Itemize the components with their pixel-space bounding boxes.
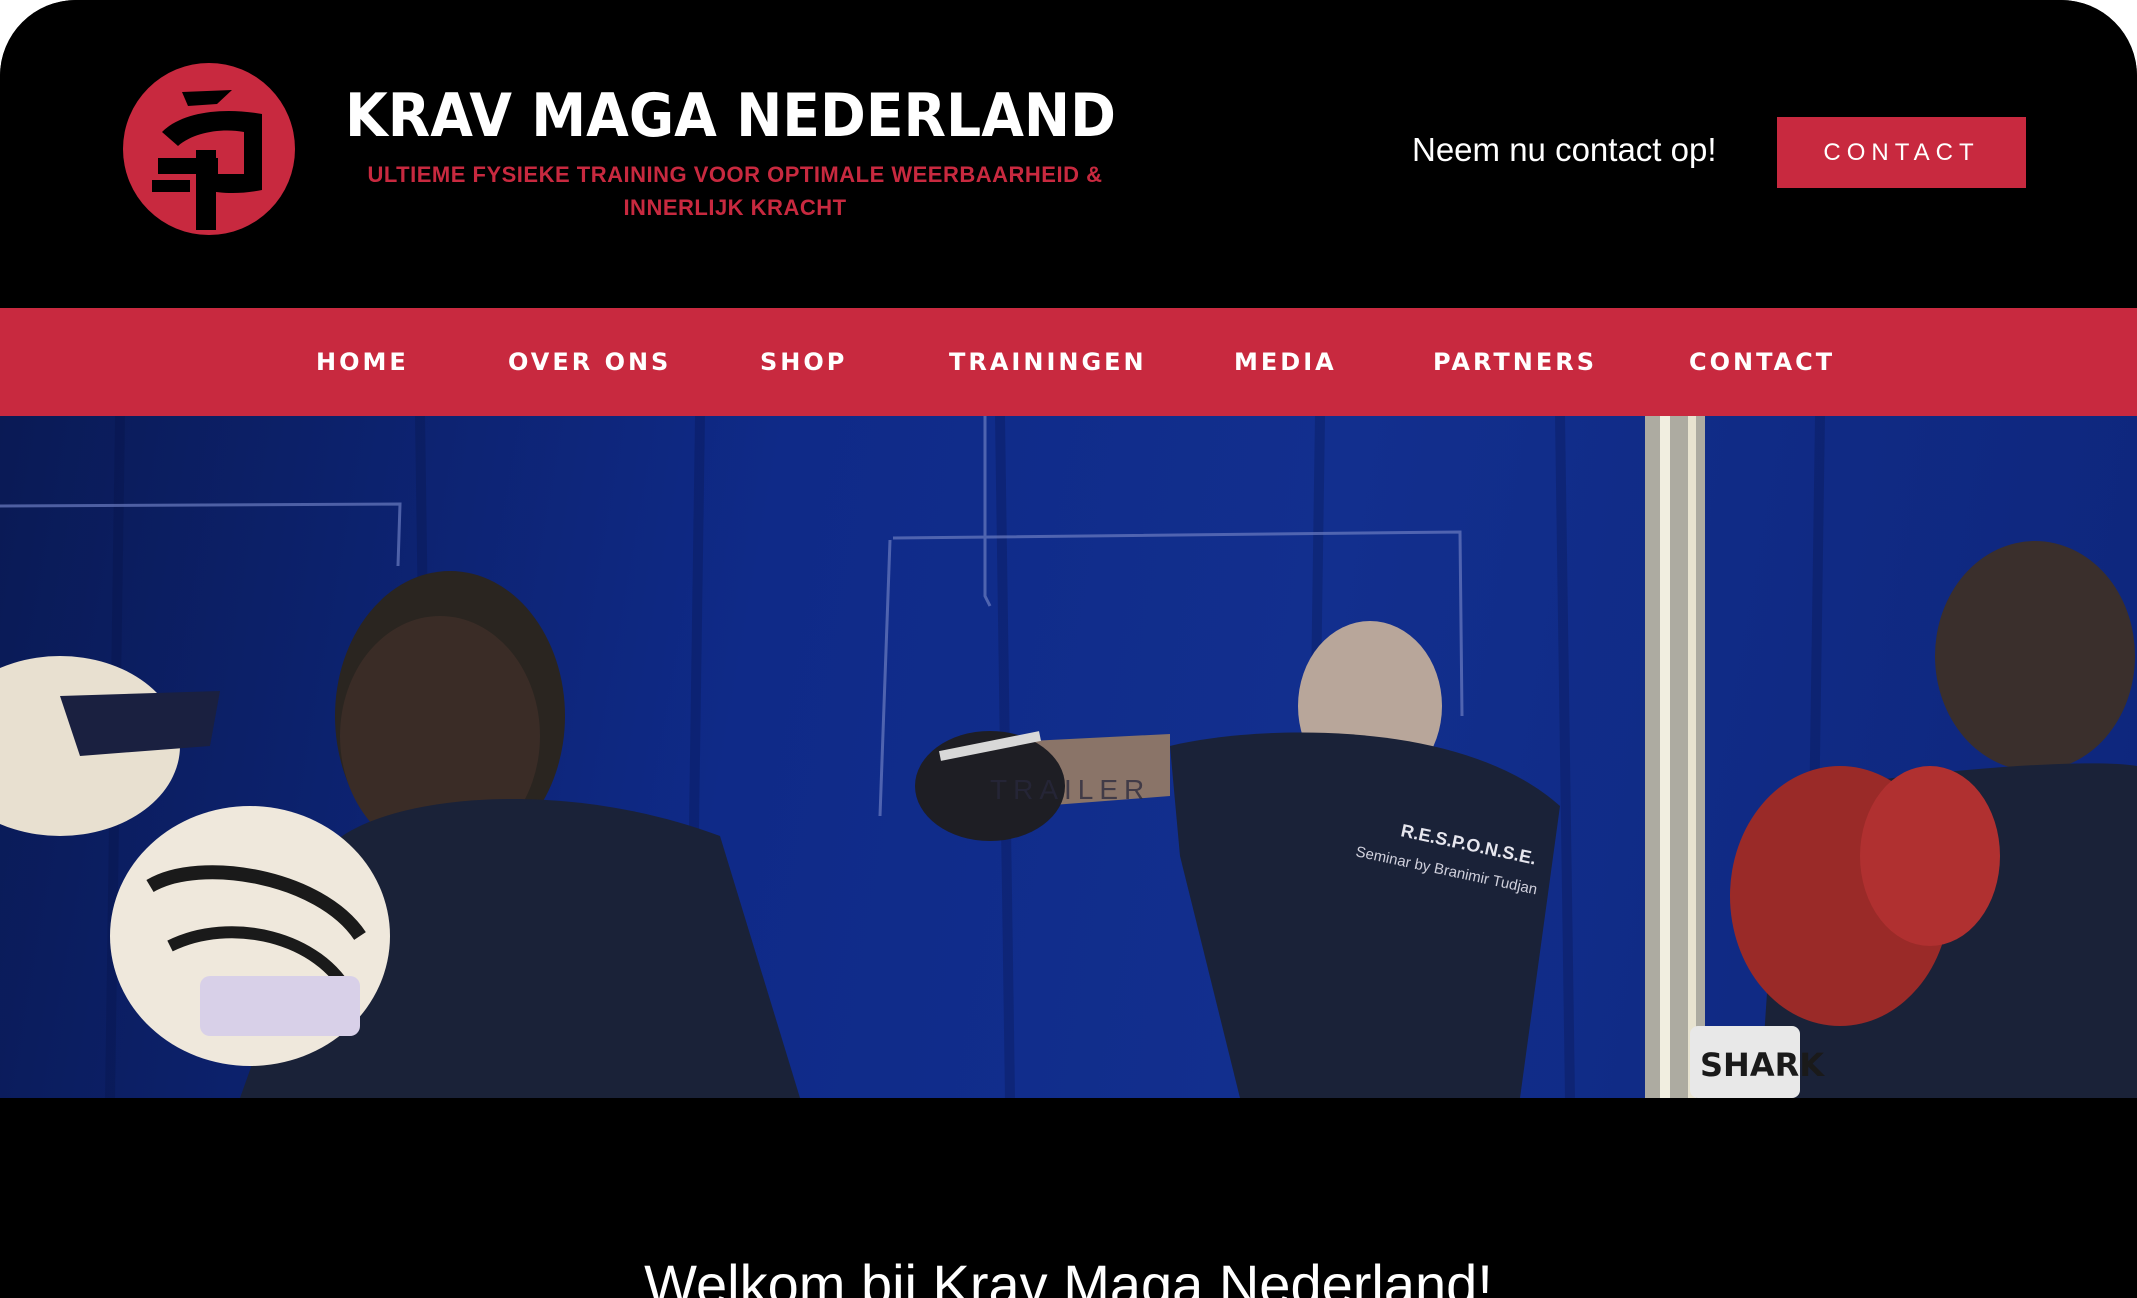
welcome-section: Welkom bij Krav Maga Nederland! bbox=[0, 1098, 2137, 1298]
nav-item-contact[interactable]: CONTACT bbox=[1689, 308, 1835, 416]
contact-button[interactable]: CONTACT bbox=[1777, 117, 2026, 188]
site-title[interactable]: KRAV MAGA NEDERLAND bbox=[345, 80, 1116, 152]
contact-cta-text: Neem nu contact op! bbox=[1412, 131, 1717, 168]
video-trailer-label[interactable]: TRAILER bbox=[990, 774, 1150, 806]
tagline-line-1: ULTIEME FYSIEKE TRAINING VOOR OPTIMALE W… bbox=[367, 162, 1103, 187]
page-frame: KRAV MAGA NEDERLAND ULTIEME FYSIEKE TRAI… bbox=[0, 0, 2137, 1298]
tagline-line-2: INNERLIJK KRACHT bbox=[623, 195, 847, 220]
glove-brand-text: SHARK bbox=[1700, 1046, 1825, 1084]
krav-maga-logo-icon[interactable] bbox=[122, 62, 296, 236]
welcome-title: Welkom bij Krav Maga Nederland! bbox=[644, 1253, 1493, 1298]
nav-item-trainingen[interactable]: TRAININGEN bbox=[949, 308, 1147, 416]
nav-item-partners[interactable]: PARTNERS bbox=[1433, 308, 1597, 416]
nav-item-home[interactable]: HOME bbox=[316, 308, 409, 416]
hero-video[interactable]: R.E.S.P.O.N.S.E. Seminar by Branimir Tud… bbox=[0, 416, 2137, 1098]
brand-block: KRAV MAGA NEDERLAND ULTIEME FYSIEKE TRAI… bbox=[345, 80, 1125, 224]
main-nav: HOME OVER ONS SHOP TRAININGEN MEDIA PART… bbox=[0, 308, 2137, 416]
site-header: KRAV MAGA NEDERLAND ULTIEME FYSIEKE TRAI… bbox=[0, 0, 2137, 308]
nav-item-shop[interactable]: SHOP bbox=[760, 308, 847, 416]
nav-item-over-ons[interactable]: OVER ONS bbox=[508, 308, 671, 416]
hero-video-frame: R.E.S.P.O.N.S.E. Seminar by Branimir Tud… bbox=[0, 416, 2137, 1098]
nav-item-media[interactable]: MEDIA bbox=[1234, 308, 1337, 416]
site-tagline: ULTIEME FYSIEKE TRAINING VOOR OPTIMALE W… bbox=[345, 158, 1125, 224]
